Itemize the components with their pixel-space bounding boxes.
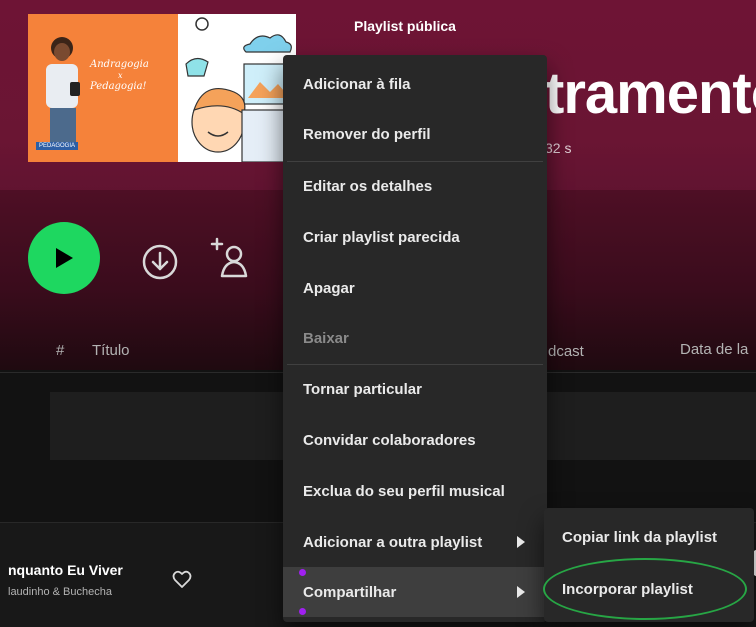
menu-item-label: Adicionar a outra playlist bbox=[303, 533, 483, 551]
cover-line-3: Pedagogia! bbox=[90, 81, 147, 92]
now-playing-title[interactable]: nquanto Eu Viver bbox=[8, 562, 123, 578]
menu-item-create-similar-playlist[interactable]: Criar playlist parecida bbox=[283, 212, 547, 262]
download-circle-icon[interactable] bbox=[140, 242, 180, 282]
cover-orange-panel: Andragogia x Pedagogia! PEDAGOGIA bbox=[28, 14, 178, 162]
play-icon bbox=[56, 248, 73, 268]
cover-doodle-illustration bbox=[178, 14, 296, 162]
cursor-marker-dot bbox=[299, 608, 306, 615]
context-menu: Adicionar à fila Remover do perfil Edita… bbox=[283, 55, 547, 622]
cursor-marker-dot bbox=[299, 569, 306, 576]
chevron-right-icon bbox=[517, 536, 525, 548]
cover-logo: PEDAGOGIA bbox=[36, 142, 79, 150]
add-user-icon[interactable] bbox=[208, 236, 254, 282]
menu-item-share[interactable]: Compartilhar bbox=[283, 567, 547, 617]
menu-item-label: Baixar bbox=[303, 329, 349, 347]
cover-person-illustration bbox=[46, 37, 80, 142]
menu-item-invite-collaborators[interactable]: Convidar colaboradores bbox=[283, 415, 547, 465]
embed-option-highlight bbox=[543, 558, 747, 620]
playlist-title[interactable]: tramento bbox=[545, 60, 756, 127]
menu-item-label: Criar playlist parecida bbox=[303, 228, 460, 246]
cover-line-2: x bbox=[118, 71, 123, 80]
menu-item-label: Remover do perfil bbox=[303, 125, 431, 143]
menu-item-exclude-from-taste-profile[interactable]: Exclua do seu perfil musical bbox=[283, 466, 547, 516]
menu-item-label: Apagar bbox=[303, 279, 355, 297]
playlist-cover-image[interactable]: Andragogia x Pedagogia! PEDAGOGIA bbox=[28, 14, 296, 162]
menu-item-add-to-queue[interactable]: Adicionar à fila bbox=[283, 59, 547, 109]
column-number: # bbox=[56, 342, 65, 359]
menu-item-edit-details[interactable]: Editar os detalhes bbox=[283, 161, 547, 211]
playlist-duration: 32 s bbox=[545, 140, 572, 156]
cover-title-text: Andragogia x Pedagogia! bbox=[90, 58, 174, 94]
play-button[interactable] bbox=[28, 222, 100, 294]
menu-item-add-to-other-playlist[interactable]: Adicionar a outra playlist bbox=[283, 517, 547, 567]
column-date-added[interactable]: Data de la bbox=[680, 341, 748, 358]
cover-line-1: Andragogia bbox=[90, 59, 149, 70]
heart-outline-icon[interactable] bbox=[172, 570, 192, 590]
playlist-type-label: Playlist pública bbox=[354, 18, 456, 34]
column-title[interactable]: Título bbox=[92, 342, 130, 359]
menu-item-label: Exclua do seu perfil musical bbox=[303, 482, 505, 500]
now-playing-artist[interactable]: laudinho & Buchecha bbox=[8, 586, 112, 598]
menu-item-make-private[interactable]: Tornar particular bbox=[283, 364, 547, 414]
menu-item-label: Editar os detalhes bbox=[303, 177, 433, 195]
column-album-podcast[interactable]: dcast bbox=[548, 343, 584, 360]
submenu-item-copy-playlist-link[interactable]: Copiar link da playlist bbox=[544, 512, 754, 562]
chevron-right-icon bbox=[517, 586, 525, 598]
menu-item-label: Compartilhar bbox=[303, 583, 397, 601]
menu-item-remove-from-profile[interactable]: Remover do perfil bbox=[283, 109, 547, 159]
menu-item-delete[interactable]: Apagar bbox=[283, 263, 547, 313]
menu-item-label: Adicionar à fila bbox=[303, 75, 411, 93]
menu-item-label: Convidar colaboradores bbox=[303, 431, 476, 449]
submenu-item-label: Copiar link da playlist bbox=[562, 528, 718, 546]
menu-item-label: Tornar particular bbox=[303, 380, 422, 398]
menu-item-download: Baixar bbox=[283, 313, 547, 363]
